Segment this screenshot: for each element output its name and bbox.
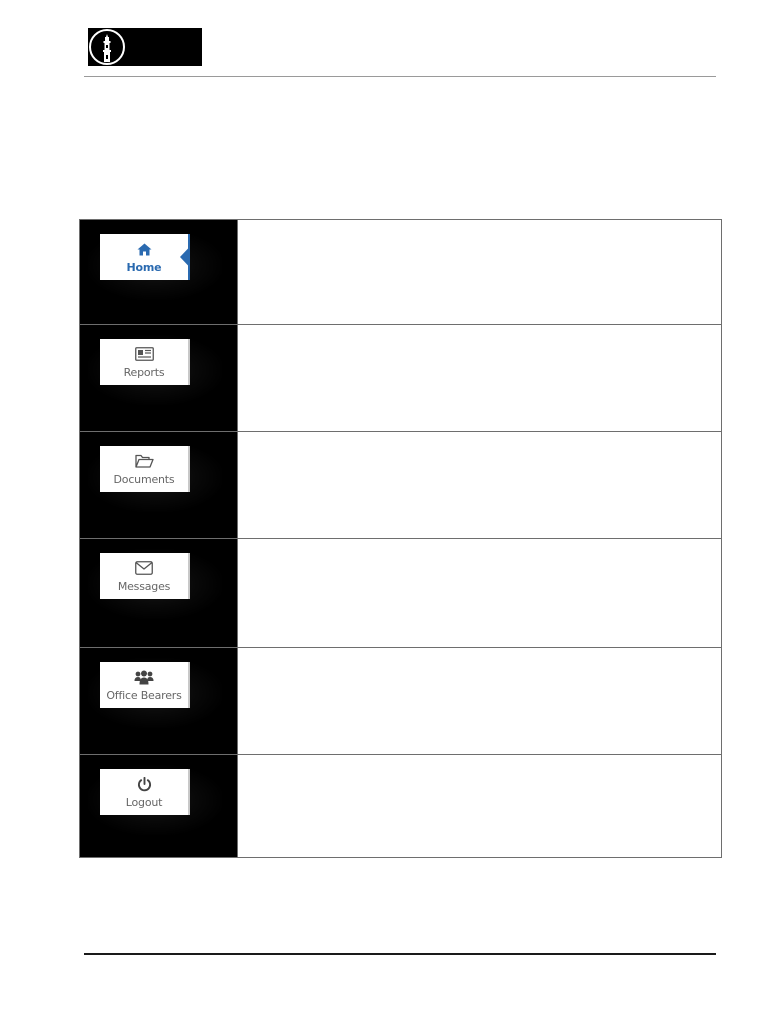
table-row: Reports bbox=[79, 324, 722, 432]
menu-thumbnail: Logout bbox=[80, 755, 237, 857]
menu-logout-button[interactable]: Logout bbox=[100, 769, 190, 815]
footer-divider bbox=[84, 953, 716, 955]
menu-office-bearers-label: Office Bearers bbox=[106, 688, 182, 702]
power-icon bbox=[137, 776, 152, 793]
menu-description-cell bbox=[237, 431, 722, 539]
menu-thumbnail-cell: Documents bbox=[79, 431, 238, 539]
menu-documents-label: Documents bbox=[113, 472, 175, 486]
menu-office-bearers-button[interactable]: Office Bearers bbox=[100, 662, 190, 708]
menu-thumbnail: Reports bbox=[80, 325, 237, 431]
home-icon bbox=[137, 241, 152, 258]
menu-reference-table: Home Reports Documents Messages Office B… bbox=[79, 219, 722, 858]
menu-description-cell bbox=[237, 538, 722, 648]
menu-home-label: Home bbox=[126, 260, 162, 274]
active-indicator-icon bbox=[180, 234, 190, 280]
table-row: Logout bbox=[79, 754, 722, 858]
menu-description-cell bbox=[237, 647, 722, 755]
menu-thumbnail: Office Bearers bbox=[80, 648, 237, 754]
menu-thumbnail-cell: Messages bbox=[79, 538, 238, 648]
table-row: Messages bbox=[79, 538, 722, 648]
menu-thumbnail-cell: Logout bbox=[79, 754, 238, 858]
menu-messages-label: Messages bbox=[117, 579, 171, 593]
minaret-logo-icon bbox=[89, 29, 125, 65]
menu-thumbnail: Documents bbox=[80, 432, 237, 538]
menu-description-cell bbox=[237, 219, 722, 325]
menu-description-cell bbox=[237, 324, 722, 432]
site-logo bbox=[88, 28, 202, 66]
menu-thumbnail-cell: Home bbox=[79, 219, 238, 325]
table-row: Documents bbox=[79, 431, 722, 539]
menu-thumbnail: Messages bbox=[80, 539, 237, 647]
menu-messages-button[interactable]: Messages bbox=[100, 553, 190, 599]
menu-thumbnail-cell: Reports bbox=[79, 324, 238, 432]
menu-thumbnail: Home bbox=[80, 220, 237, 324]
envelope-icon bbox=[135, 560, 153, 577]
menu-description-cell bbox=[237, 754, 722, 858]
newspaper-icon bbox=[134, 346, 154, 363]
table-row: Home bbox=[79, 219, 722, 325]
menu-reports-label: Reports bbox=[123, 365, 165, 379]
users-icon bbox=[134, 669, 154, 686]
menu-documents-button[interactable]: Documents bbox=[100, 446, 190, 492]
menu-reports-button[interactable]: Reports bbox=[100, 339, 190, 385]
menu-home-button[interactable]: Home bbox=[100, 234, 190, 280]
menu-logout-label: Logout bbox=[125, 795, 163, 809]
header-divider bbox=[84, 76, 716, 77]
folder-open-icon bbox=[134, 453, 154, 470]
table-row: Office Bearers bbox=[79, 647, 722, 755]
menu-thumbnail-cell: Office Bearers bbox=[79, 647, 238, 755]
